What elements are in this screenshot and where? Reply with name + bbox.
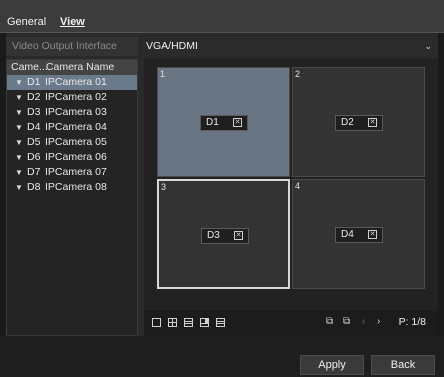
camera-name: IPCamera 01	[45, 76, 107, 88]
camera-number: D6	[27, 151, 41, 163]
layout-9-icon[interactable]	[216, 318, 225, 327]
layout-4-icon[interactable]	[168, 318, 177, 327]
layout-1-icon[interactable]	[152, 318, 161, 327]
camera-list-item[interactable]: ▼ D6 IPCamera 06	[7, 150, 137, 165]
camera-name: IPCamera 08	[45, 181, 107, 193]
camera-icon: ▼	[15, 138, 23, 147]
camera-list-item[interactable]: ▼ D3 IPCamera 03	[7, 105, 137, 120]
video-window-4[interactable]: 4 D4 ✕	[292, 179, 425, 289]
camera-name: IPCamera 04	[45, 121, 107, 133]
camera-list-item[interactable]: ▼ D1 IPCamera 01	[7, 75, 137, 90]
camera-name: IPCamera 02	[45, 91, 107, 103]
channel-label: D3	[207, 230, 220, 241]
camera-number-header: Came...	[11, 61, 48, 73]
window-index: 4	[295, 181, 301, 191]
camera-name: IPCamera 03	[45, 106, 107, 118]
camera-icon: ▼	[15, 78, 23, 87]
camera-number: D3	[27, 106, 41, 118]
remove-channel-icon[interactable]: ✕	[368, 118, 377, 127]
camera-name: IPCamera 07	[45, 166, 107, 178]
page-indicator: P: 1/8	[398, 316, 426, 328]
camera-number: D5	[27, 136, 41, 148]
back-button[interactable]: Back	[371, 355, 435, 375]
camera-icon: ▼	[15, 153, 23, 162]
remove-channel-icon[interactable]: ✕	[233, 118, 242, 127]
camera-list-header: Came... Camera Name	[7, 60, 137, 75]
camera-list-item[interactable]: ▼ D4 IPCamera 04	[7, 120, 137, 135]
camera-list-item[interactable]: ▼ D7 IPCamera 07	[7, 165, 137, 180]
window-index: 3	[161, 182, 167, 192]
swap-icon[interactable]: ⧉	[326, 316, 333, 327]
video-window-1[interactable]: 1 D1 ✕	[157, 67, 290, 177]
window-division-grid: 1 D1 ✕ 2 D2 ✕ 3 D3 ✕ 4 D4 ✕	[144, 59, 438, 311]
window-index: 2	[295, 69, 301, 79]
prev-page-icon[interactable]: ‹	[362, 316, 365, 327]
camera-list-item[interactable]: ▼ D2 IPCamera 02	[7, 90, 137, 105]
channel-label: D1	[206, 117, 219, 128]
tab-view[interactable]: View	[60, 16, 85, 28]
video-output-label: Video Output Interface	[6, 37, 138, 56]
camera-number: D4	[27, 121, 41, 133]
remove-channel-icon[interactable]: ✕	[368, 230, 377, 239]
camera-number: D2	[27, 91, 41, 103]
tab-bar: General View	[0, 0, 444, 33]
channel-label: D4	[341, 229, 354, 240]
channel-chip: D2 ✕	[335, 115, 383, 131]
channel-chip: D1 ✕	[200, 115, 248, 131]
layout-6-icon[interactable]	[184, 318, 193, 327]
remove-channel-icon[interactable]: ✕	[234, 231, 243, 240]
video-window-2[interactable]: 2 D2 ✕	[292, 67, 425, 177]
tab-general[interactable]: General	[7, 16, 46, 28]
camera-number: D1	[27, 76, 41, 88]
camera-icon: ▼	[15, 168, 23, 177]
camera-list: Came... Camera Name ▼ D1 IPCamera 01 ▼ D2 IPC…	[6, 59, 138, 336]
layout-8-icon[interactable]	[200, 318, 209, 327]
apply-button[interactable]: Apply	[300, 355, 364, 375]
window-index: 1	[160, 69, 166, 79]
video-output-row: Video Output Interface VGA/HDMI ⌄	[6, 37, 438, 56]
camera-number: D7	[27, 166, 41, 178]
camera-name: IPCamera 05	[45, 136, 107, 148]
channel-chip: D3 ✕	[201, 228, 249, 244]
video-output-value: VGA/HDMI	[146, 40, 198, 52]
camera-icon: ▼	[15, 183, 23, 192]
channel-chip: D4 ✕	[335, 227, 383, 243]
video-output-select[interactable]: VGA/HDMI ⌄	[142, 37, 438, 56]
grid-toolbar: ⧉ ⧉ ‹ › P: 1/8	[144, 311, 438, 336]
camera-icon: ▼	[15, 93, 23, 102]
camera-icon: ▼	[15, 123, 23, 132]
camera-name-header: Camera Name	[45, 61, 115, 73]
dropdown-caret-icon: ⌄	[424, 41, 432, 51]
footer-bar: Apply Back	[0, 336, 444, 377]
copy-icon[interactable]: ⧉	[343, 316, 350, 327]
camera-icon: ▼	[15, 108, 23, 117]
channel-label: D2	[341, 117, 354, 128]
view-settings-panel: Video Output Interface VGA/HDMI ⌄ Came..…	[6, 33, 438, 336]
camera-name: IPCamera 06	[45, 151, 107, 163]
camera-number: D8	[27, 181, 41, 193]
next-page-icon[interactable]: ›	[377, 316, 380, 327]
camera-list-item[interactable]: ▼ D5 IPCamera 05	[7, 135, 137, 150]
camera-list-item[interactable]: ▼ D8 IPCamera 08	[7, 180, 137, 195]
video-window-3[interactable]: 3 D3 ✕	[157, 179, 290, 289]
